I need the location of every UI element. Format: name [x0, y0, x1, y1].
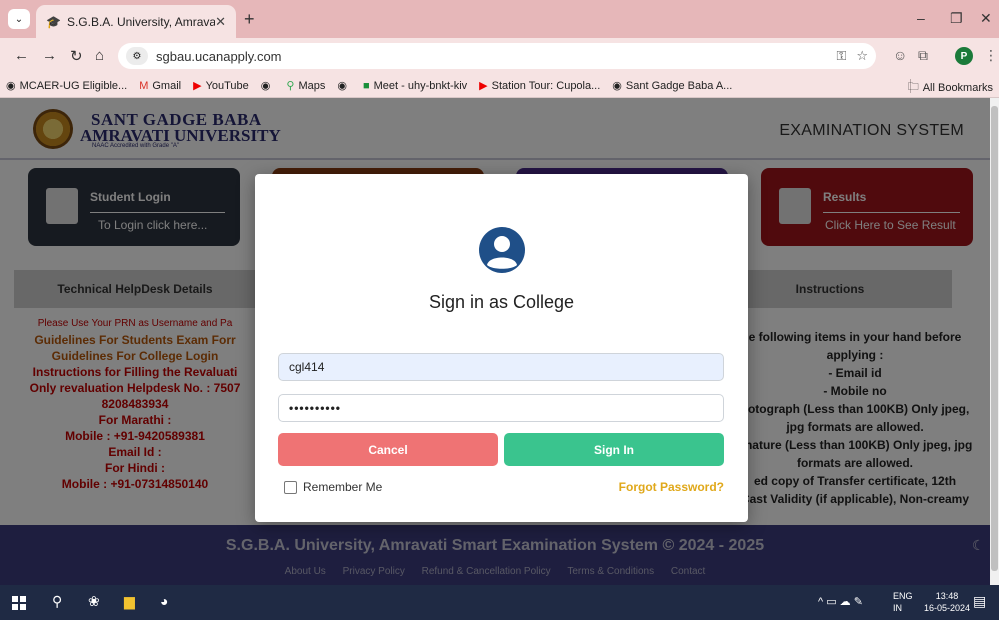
bookmark-item[interactable]: ◉ [337, 79, 351, 92]
modal-title: Sign in as College [428, 292, 575, 312]
close-window-button[interactable]: ✕ [980, 10, 992, 27]
bookmark-star-icon[interactable]: ☆ [856, 48, 868, 64]
remember-me-checkbox[interactable] [284, 480, 297, 494]
tab-title: S.G.B.A. University, Amravati [66, 14, 216, 29]
profile-avatar[interactable]: P [955, 47, 973, 65]
college-signin-modal: Sign in as College Cancel Sign In Rememb… [255, 174, 748, 522]
cancel-button[interactable]: Cancel [278, 433, 498, 466]
address-bar[interactable]: ⚙ sgbau.ucanapply.com ⚿ ☆ [118, 43, 876, 69]
folder-icon: 🗀 [907, 81, 919, 93]
chrome-icon[interactable]: ◕ [160, 593, 168, 609]
remember-me-label: Remember Me [303, 480, 383, 494]
bookmark-item[interactable]: ▶ YouTube [193, 79, 249, 93]
password-input[interactable] [278, 394, 724, 422]
site-info-icon[interactable]: ⚙ [126, 47, 148, 65]
password-key-icon[interactable]: ⚿ [836, 48, 846, 64]
windows-start-icon[interactable] [12, 596, 26, 610]
notifications-icon[interactable]: ▤ [973, 593, 986, 610]
search-icon[interactable]: ⚲ [52, 593, 62, 610]
minimize-button[interactable]: – [917, 10, 925, 26]
windows-taskbar: ⚲ ❀ ▆ ◕ ^ ▭ ☁ ✎ ENG IN 13:48 16-05-2024 … [0, 585, 999, 620]
globe-icon: ◉ [6, 80, 16, 92]
maps-icon: ⚲ [286, 80, 295, 92]
page-scrollbar[interactable] [990, 98, 999, 585]
bookmark-item[interactable]: ⚲ Maps [286, 79, 325, 93]
extension-icon[interactable]: ☺ [893, 47, 907, 63]
browser-toolbar: ← → ↻ ⌂ ⚙ sgbau.ucanapply.com ⚿ ☆ ☺ ⧉ P … [0, 38, 999, 74]
bookmark-item[interactable]: M Gmail [139, 80, 181, 92]
graduation-cap-icon: 🎓 [46, 14, 61, 29]
extensions-puzzle-icon[interactable]: ⧉ [918, 47, 928, 64]
taskbar-app-icon[interactable]: ❀ [88, 593, 100, 610]
input-language[interactable]: ENG IN [893, 590, 913, 614]
bookmark-item[interactable]: ◉ Sant Gadge Baba A... [612, 79, 732, 93]
reload-icon[interactable]: ↻ [70, 47, 83, 65]
scrollbar-thumb[interactable] [991, 106, 998, 571]
bookmarks-bar: ◉ MCAER-UG Eligible... M Gmail ▶ YouTube ◉ … [0, 74, 999, 98]
browser-tab-strip: ⌄ 🎓 S.G.B.A. University, Amravati ✕ + – … [0, 0, 999, 38]
all-bookmarks-button[interactable]: 🗀 All Bookmarks [908, 78, 993, 97]
more-menu-icon[interactable]: ⋮ [984, 47, 998, 64]
youtube-icon: ▶ [193, 80, 202, 92]
restore-button[interactable]: ❐ [950, 10, 963, 27]
youtube-icon: ▶ [479, 80, 488, 92]
remember-me[interactable]: Remember Me [284, 480, 382, 494]
globe-icon: ◉ [612, 80, 622, 92]
forward-icon[interactable]: → [42, 47, 57, 64]
close-tab-icon[interactable]: ✕ [215, 14, 226, 30]
bookmark-item[interactable]: ◉ [261, 79, 275, 92]
home-icon[interactable]: ⌂ [95, 47, 104, 64]
bookmark-item[interactable]: ▶ Station Tour: Cupola... [479, 79, 600, 93]
gmail-icon: M [139, 79, 149, 92]
system-tray-icons[interactable]: ^ ▭ ☁ ✎ [818, 595, 863, 608]
file-explorer-icon[interactable]: ▆ [124, 593, 135, 610]
forgot-password-link[interactable]: Forgot Password? [619, 480, 724, 494]
bookmark-item[interactable]: ■ Meet - uhy-bnkt-kiv [363, 80, 467, 92]
meet-icon: ■ [362, 79, 370, 92]
new-tab-button[interactable]: + [244, 9, 255, 30]
globe-icon: ◉ [337, 80, 347, 92]
url-text[interactable]: sgbau.ucanapply.com [156, 49, 826, 64]
browser-tab-active[interactable]: 🎓 S.G.B.A. University, Amravati ✕ [36, 5, 236, 38]
username-input[interactable] [278, 353, 724, 381]
taskbar-clock[interactable]: 13:48 16-05-2024 [924, 590, 970, 614]
user-avatar-icon [479, 227, 525, 273]
globe-icon: ◉ [260, 80, 271, 92]
tab-search-button[interactable]: ⌄ [8, 9, 30, 29]
back-icon[interactable]: ← [14, 47, 29, 64]
chevron-down-icon: ⌄ [14, 13, 24, 25]
sign-in-button[interactable]: Sign In [504, 433, 724, 466]
bookmark-item[interactable]: ◉ MCAER-UG Eligible... [6, 79, 127, 93]
